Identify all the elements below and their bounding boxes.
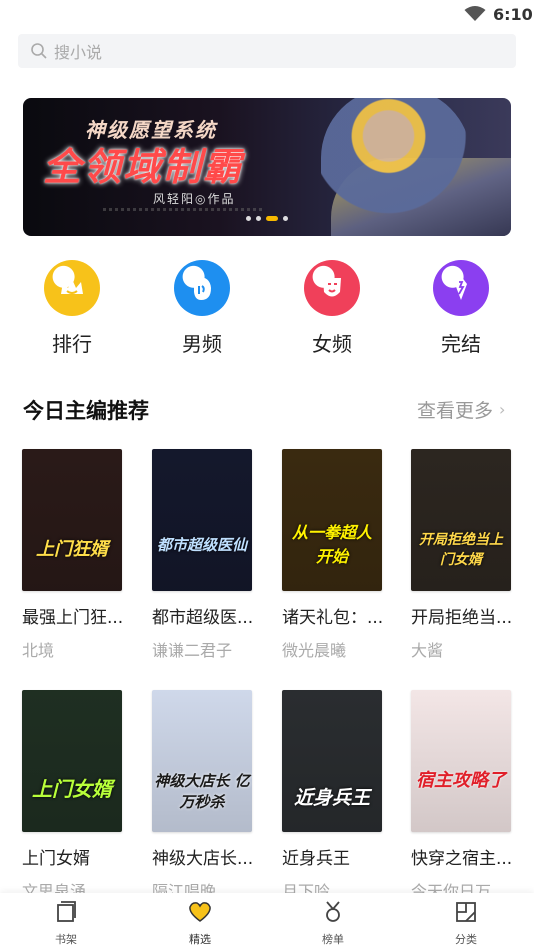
search-placeholder: 搜小说 <box>54 43 103 62</box>
tab-label: 书架 <box>55 933 77 946</box>
book-title: 开局拒绝当... <box>411 608 513 628</box>
female-face-icon <box>304 260 360 316</box>
book-card[interactable]: 近身兵王 近身兵王 月下吟 <box>282 690 384 902</box>
finished-icon <box>433 260 489 316</box>
status-bar: 6:10 <box>0 0 534 30</box>
book-author: 微光晨曦 <box>282 641 347 660</box>
book-title: 上门女婿 <box>22 849 90 869</box>
clock: 6:10 <box>493 5 533 24</box>
see-more-label: 查看更多 <box>417 400 494 422</box>
banner-fineprint <box>103 208 263 211</box>
book-cover: 宿主攻略了 <box>411 690 511 832</box>
category-label: 完结 <box>441 332 481 356</box>
book-card[interactable]: 开局拒绝当上门女婿 开局拒绝当... 大酱 <box>411 449 513 661</box>
category-icon <box>456 902 476 922</box>
tab-featured[interactable]: 精选 <box>160 899 240 947</box>
tab-rankings[interactable]: 榜单 <box>293 899 373 947</box>
category-finished[interactable]: 完结 <box>411 260 511 357</box>
banner-author: 风轻阳◎作品 <box>153 192 236 206</box>
book-title: 快穿之宿主... <box>411 849 513 869</box>
banner-character <box>321 98 471 236</box>
search-input[interactable]: 搜小说 <box>18 34 516 68</box>
book-cover: 开局拒绝当上门女婿 <box>411 449 511 591</box>
pagination-dot[interactable] <box>246 216 251 221</box>
wifi-icon <box>464 6 486 21</box>
bottom-tab-bar: 书架 精选 榜单 分类 <box>0 893 534 949</box>
book-title: 近身兵王 <box>282 849 350 869</box>
book-cover: 近身兵王 <box>282 690 382 832</box>
banner-pagination[interactable] <box>246 216 288 221</box>
book-cover: 都市超级医仙 <box>152 449 252 591</box>
bookshelf-icon <box>57 901 76 922</box>
book-card[interactable]: 从一拳超人开始 诸天礼包：... 微光晨曦 <box>282 449 384 661</box>
section-title: 今日主编推荐 <box>23 399 149 423</box>
category-label: 男频 <box>182 332 222 356</box>
tab-label: 分类 <box>455 933 477 946</box>
category-ranking[interactable]: 排行 <box>22 260 122 357</box>
book-cover: 上门狂婿 <box>22 449 122 591</box>
category-label: 女频 <box>312 332 352 356</box>
pagination-dot[interactable] <box>266 216 278 221</box>
book-title: 诸天礼包：... <box>282 608 384 628</box>
book-card[interactable]: 上门女婿 上门女婿 文思泉涌 <box>22 690 124 902</box>
category-female[interactable]: 女频 <box>282 260 382 357</box>
book-cover: 神级大店长 亿万秒杀 <box>152 690 252 832</box>
book-author: 大酱 <box>411 641 444 660</box>
heart-icon <box>189 902 211 922</box>
pagination-dot[interactable] <box>256 216 261 221</box>
search-icon <box>31 43 47 59</box>
tab-label: 精选 <box>189 933 211 946</box>
book-cover: 从一拳超人开始 <box>282 449 382 591</box>
book-card[interactable]: 上门狂婿 最强上门狂... 北境 <box>22 449 124 661</box>
book-card[interactable]: 都市超级医仙 都市超级医... 谦谦二君子 <box>152 449 254 661</box>
tab-bookshelf[interactable]: 书架 <box>26 899 106 947</box>
book-title: 神级大店长... <box>152 849 254 869</box>
book-card[interactable]: 宿主攻略了 快穿之宿主... 今天你日万... <box>411 690 513 902</box>
chevron-right-icon: › <box>499 400 506 419</box>
book-title: 最强上门狂... <box>22 608 124 628</box>
pagination-dot[interactable] <box>283 216 288 221</box>
male-face-icon <box>174 260 230 316</box>
banner-title: 全领域制霸 <box>43 145 244 189</box>
see-more-link[interactable]: 查看更多 › <box>417 396 505 423</box>
crown-icon <box>44 260 100 316</box>
book-author: 北境 <box>22 641 55 660</box>
book-author: 谦谦二君子 <box>152 641 233 660</box>
category-label: 排行 <box>52 332 92 356</box>
category-male[interactable]: 男频 <box>152 260 252 357</box>
tab-categories[interactable]: 分类 <box>426 899 506 947</box>
book-title: 都市超级医... <box>152 608 254 628</box>
book-cover: 上门女婿 <box>22 690 122 832</box>
book-card[interactable]: 神级大店长 亿万秒杀 神级大店长... 隔江唱晚 <box>152 690 254 902</box>
tab-label: 榜单 <box>322 933 344 946</box>
medal-icon <box>326 901 340 922</box>
